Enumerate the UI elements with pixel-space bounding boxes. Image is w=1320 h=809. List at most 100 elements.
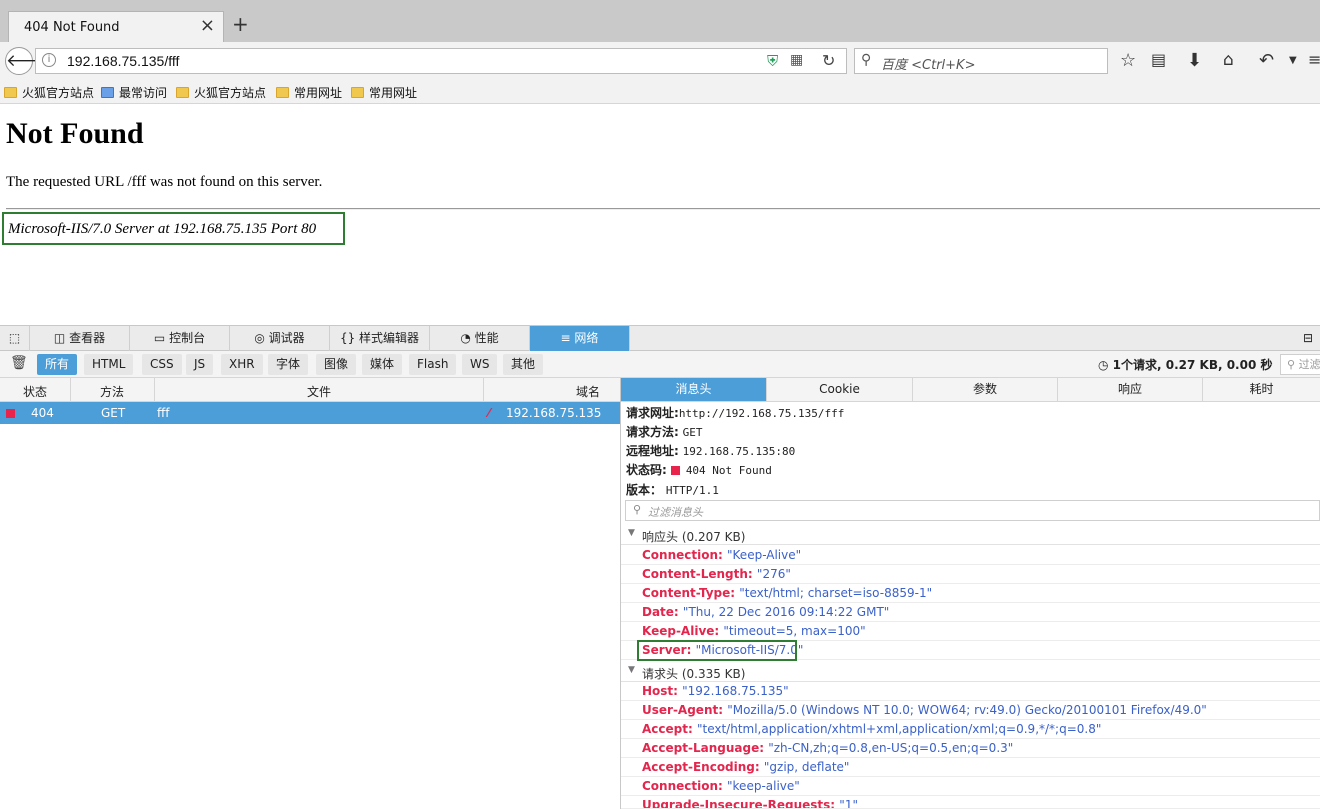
filter-images[interactable]: 图像: [316, 354, 357, 375]
pick-element-icon[interactable]: ⬚: [0, 326, 30, 351]
bookmark-item[interactable]: 常用网址: [276, 84, 342, 101]
network-icon: ≡: [560, 331, 575, 345]
column-divider: [154, 378, 155, 401]
bookmark-item[interactable]: 最常访问: [101, 84, 167, 101]
inspector-icon: ◫: [53, 331, 70, 345]
header-row: Upgrade-Insecure-Requests: "1": [621, 796, 1320, 809]
detail-tabs: 消息头 Cookie 参数 响应 耗时: [621, 378, 1320, 402]
request-status: 404: [31, 406, 54, 420]
tab-title: 404 Not Found: [24, 20, 120, 35]
summary-row-remote: 远程地址: 192.168.75.135:80: [626, 444, 796, 458]
summary-row-url: 请求网址:http://192.168.75.135/fff: [626, 406, 845, 420]
tab-debugger[interactable]: ◎ 调试器: [230, 326, 330, 351]
status-indicator-icon: [6, 409, 15, 418]
reload-icon[interactable]: ↻: [822, 51, 835, 70]
filter-xhr[interactable]: XHR: [221, 354, 263, 375]
close-tab-icon[interactable]: ×: [200, 15, 215, 36]
nav-toolbar: 🡐 i 192.168.75.135/fff ⛨ ▦ ↻ ⚲ 百度 <Ctrl+…: [0, 42, 1320, 80]
tab-headers[interactable]: 消息头: [621, 378, 767, 401]
performance-icon: ◔: [460, 331, 475, 345]
tab-params[interactable]: 参数: [913, 378, 1058, 401]
header-row: Keep-Alive: "timeout=5, max=100": [621, 622, 1320, 641]
bookmark-item[interactable]: 火狐官方站点: [176, 84, 266, 101]
tab-console[interactable]: ▭ 控制台: [130, 326, 230, 351]
search-box[interactable]: ⚲ 百度 <Ctrl+K>: [854, 48, 1108, 74]
tab-timings[interactable]: 耗时: [1203, 378, 1320, 401]
home-icon[interactable]: ⌂: [1223, 50, 1234, 70]
bookmark-folder-icon: [101, 87, 114, 98]
star-icon[interactable]: ☆: [1120, 50, 1136, 71]
tab-inspector[interactable]: ◫ 查看器: [30, 326, 130, 351]
chevron-down-icon: ▼: [628, 528, 635, 538]
insecure-icon: ⁄: [488, 406, 491, 420]
filter-ws[interactable]: WS: [462, 354, 498, 375]
filter-fonts[interactable]: 字体: [268, 354, 309, 375]
devtools-toolbar: ⬚ ◫ 查看器 ▭ 控制台 ◎ 调试器 {} 样式编辑器 ◔ 性能 ≡ 网络 ⊟: [0, 325, 1320, 351]
bookmarks-bar: 火狐官方站点 最常访问 火狐官方站点 常用网址 常用网址: [0, 80, 1320, 104]
folder-icon: [276, 87, 289, 98]
header-row: Date: "Thu, 22 Dec 2016 09:14:22 GMT": [621, 603, 1320, 622]
header-row: Host: "192.168.75.135": [621, 682, 1320, 701]
style-editor-icon: {}: [339, 331, 360, 345]
tab-network[interactable]: ≡ 网络: [530, 326, 630, 351]
column-domain[interactable]: 域名: [576, 383, 600, 400]
folder-icon: [351, 87, 364, 98]
filter-other[interactable]: 其他: [503, 354, 544, 375]
trash-icon[interactable]: 🗑: [10, 355, 28, 371]
request-list-header: 状态 方法 文件 域名: [0, 378, 620, 402]
column-method[interactable]: 方法: [100, 383, 124, 400]
download-icon[interactable]: ⬇: [1187, 50, 1202, 71]
console-icon: ▭: [153, 331, 170, 345]
dock-icon[interactable]: ⊟: [1296, 326, 1320, 351]
column-file[interactable]: 文件: [307, 383, 331, 400]
tab-performance[interactable]: ◔ 性能: [430, 326, 530, 351]
divider: [6, 208, 1320, 210]
filter-css[interactable]: CSS: [142, 354, 182, 375]
request-list-empty-area: [0, 424, 620, 809]
header-row: User-Agent: "Mozilla/5.0 (Windows NT 10.…: [621, 701, 1320, 720]
tab-response[interactable]: 响应: [1058, 378, 1203, 401]
tab-strip: 404 Not Found × +: [0, 0, 1320, 42]
folder-icon: [4, 87, 17, 98]
response-headers-toggle[interactable]: ▼ 响应头 (0.207 KB): [621, 525, 1320, 545]
qr-code-icon[interactable]: ▦: [790, 52, 803, 68]
tab-cookie[interactable]: Cookie: [767, 378, 913, 401]
back-button[interactable]: 🡐: [5, 47, 52, 75]
shield-icon[interactable]: ⛨: [767, 52, 778, 70]
menu-icon[interactable]: ≡: [1308, 50, 1320, 69]
search-placeholder: 百度 <Ctrl+K>: [881, 58, 976, 73]
browser-tab[interactable]: 404 Not Found ×: [8, 11, 224, 42]
table-row[interactable]: 404 GET fff ⁄ 192.168.75.135: [0, 402, 620, 424]
filter-flash[interactable]: Flash: [409, 354, 457, 375]
undo-icon[interactable]: ↶: [1259, 50, 1274, 71]
url-text[interactable]: 192.168.75.135/fff: [67, 53, 179, 69]
new-tab-icon[interactable]: +: [232, 12, 249, 36]
filter-media[interactable]: 媒体: [362, 354, 403, 375]
column-divider: [70, 378, 71, 401]
filter-js[interactable]: JS: [186, 354, 214, 375]
filter-html[interactable]: HTML: [84, 354, 134, 375]
bookmark-item[interactable]: 火狐官方站点: [4, 84, 94, 101]
chevron-down-icon[interactable]: ▼: [1289, 55, 1297, 66]
request-headers-toggle[interactable]: ▼ 请求头 (0.335 KB): [621, 662, 1320, 682]
url-bar[interactable]: i 192.168.75.135/fff ⛨ ▦ ↻: [35, 48, 847, 74]
header-row: Content-Type: "text/html; charset=iso-88…: [621, 584, 1320, 603]
status-indicator-icon: [670, 466, 680, 475]
filter-url-input[interactable]: ⚲ 过滤: [1280, 354, 1320, 375]
header-row: Connection: "Keep-Alive": [621, 546, 1320, 565]
chevron-down-icon: ▼: [628, 665, 635, 675]
clock-icon: ◷: [1098, 358, 1113, 372]
filter-all[interactable]: 所有: [37, 354, 78, 375]
search-icon: ⚲: [861, 52, 872, 68]
filter-headers-input[interactable]: ⚲ 过滤消息头: [625, 500, 1320, 521]
info-icon[interactable]: i: [42, 53, 56, 67]
highlight-box: [637, 640, 797, 661]
tab-style-editor[interactable]: {} 样式编辑器: [330, 326, 430, 351]
bookmark-item[interactable]: 常用网址: [351, 84, 417, 101]
summary-row-version: 版本： HTTP/1.1: [626, 483, 719, 497]
column-status[interactable]: 状态: [23, 383, 47, 400]
reading-list-icon[interactable]: ▤: [1151, 50, 1166, 69]
header-row: Accept-Encoding: "gzip, deflate": [621, 758, 1320, 777]
request-method: GET: [101, 406, 126, 420]
request-file: fff: [157, 406, 170, 420]
